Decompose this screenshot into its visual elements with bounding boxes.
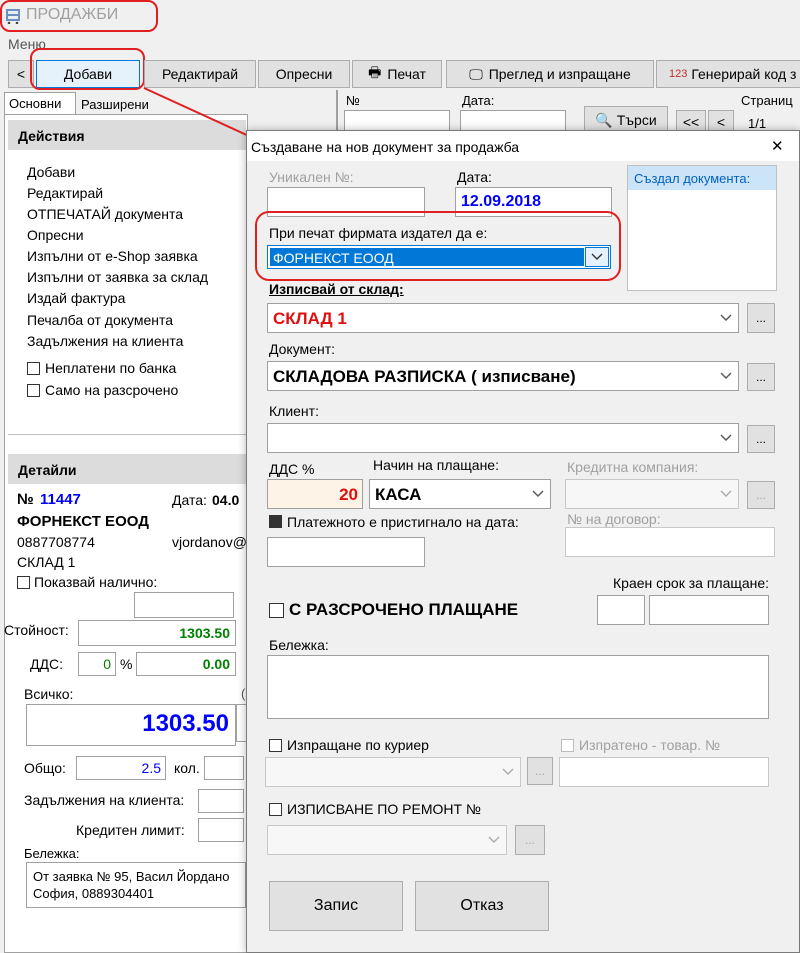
payment-arrived-date-input[interactable] xyxy=(267,537,425,567)
dialog-titlebar: Създаване на нов документ за продажба ✕ xyxy=(247,131,799,161)
chevron-down-icon[interactable] xyxy=(715,305,737,331)
dialog-vat-input[interactable]: 20 xyxy=(267,479,363,509)
chevron-down-icon[interactable] xyxy=(715,481,737,507)
repair-checkbox[interactable] xyxy=(269,803,282,816)
client-more-button[interactable]: ... xyxy=(747,425,775,453)
payment-label: Начин на плащане: xyxy=(373,457,499,473)
warehouse-more-button[interactable]: ... xyxy=(747,303,775,333)
repair-more-button[interactable]: ... xyxy=(515,825,545,855)
payment-arrived-label: Платежното е пристигнало на дата: xyxy=(287,514,519,530)
dialog-date-value: 12.09.2018 xyxy=(461,193,542,210)
installments-checkbox[interactable] xyxy=(269,603,284,618)
dialog-date-label: Дата: xyxy=(457,169,492,185)
client-label: Клиент: xyxy=(269,403,319,419)
repair-select[interactable] xyxy=(267,825,507,855)
created-by-label: Създал документа: xyxy=(634,171,751,186)
courier-select[interactable] xyxy=(265,757,521,787)
due-date-input[interactable] xyxy=(649,595,769,625)
document-value: СКЛАДОВА РАЗПИСКА ( изписване) xyxy=(273,367,576,386)
warehouse-select[interactable]: СКЛАД 1 xyxy=(267,303,739,333)
dialog-note-label: Бележка: xyxy=(269,637,329,653)
dialog-vat-value: 20 xyxy=(339,485,358,504)
credit-company-more-button[interactable]: ... xyxy=(747,481,775,509)
chevron-down-icon[interactable] xyxy=(483,827,505,853)
chevron-down-icon[interactable] xyxy=(497,759,519,785)
document-label: Документ: xyxy=(269,341,335,357)
document-select[interactable]: СКЛАДОВА РАЗПИСКА ( изписване) xyxy=(267,361,739,391)
due-days-input[interactable] xyxy=(597,595,645,625)
warehouse-value: СКЛАД 1 xyxy=(273,309,347,328)
document-more-button[interactable]: ... xyxy=(747,363,775,391)
print-company-annotation xyxy=(255,211,621,281)
repair-label: ИЗПИСВАНЕ ПО РЕМОНТ № xyxy=(287,801,481,817)
chevron-down-icon[interactable] xyxy=(715,425,737,451)
payment-select[interactable]: КАСА xyxy=(369,479,551,509)
credit-company-select[interactable] xyxy=(565,479,739,509)
installments-label: С РАЗСРОЧЕНО ПЛАЩАНЕ xyxy=(289,600,519,619)
credit-company-label: Кредитна компания: xyxy=(567,459,699,475)
shipped-input[interactable] xyxy=(559,757,769,787)
warehouse-label: Изписвай от склад: xyxy=(269,281,404,297)
contract-label: № на договор: xyxy=(567,511,661,527)
created-by-panel: Създал документа: xyxy=(627,165,777,291)
courier-checkbox[interactable] xyxy=(269,739,282,752)
payment-value: КАСА xyxy=(375,485,422,504)
cancel-button[interactable]: Отказ xyxy=(415,881,549,931)
dialog-note-input[interactable] xyxy=(267,655,769,719)
save-button[interactable]: Запис xyxy=(269,881,403,931)
client-select[interactable] xyxy=(267,423,739,453)
shipped-checkbox[interactable] xyxy=(561,739,574,752)
close-icon[interactable]: ✕ xyxy=(771,137,784,155)
chevron-down-icon[interactable] xyxy=(527,481,549,507)
chevron-down-icon[interactable] xyxy=(715,363,737,389)
payment-arrived-checkbox[interactable] xyxy=(269,515,282,528)
unique-no-label: Уникален №: xyxy=(269,169,354,185)
dialog-title: Създаване на нов документ за продажба xyxy=(251,139,520,155)
courier-more-button[interactable]: ... xyxy=(527,757,553,785)
shipped-label: Изпратено - товар. № xyxy=(579,737,721,753)
due-date-label: Краен срок за плащане: xyxy=(613,575,770,591)
contract-input[interactable] xyxy=(565,527,775,557)
new-sale-dialog: Създаване на нов документ за продажба ✕ … xyxy=(246,130,800,953)
courier-label: Изпращане по куриер xyxy=(287,737,429,753)
created-by-header: Създал документа: xyxy=(628,166,776,190)
dialog-vat-label: ДДС % xyxy=(269,461,315,477)
